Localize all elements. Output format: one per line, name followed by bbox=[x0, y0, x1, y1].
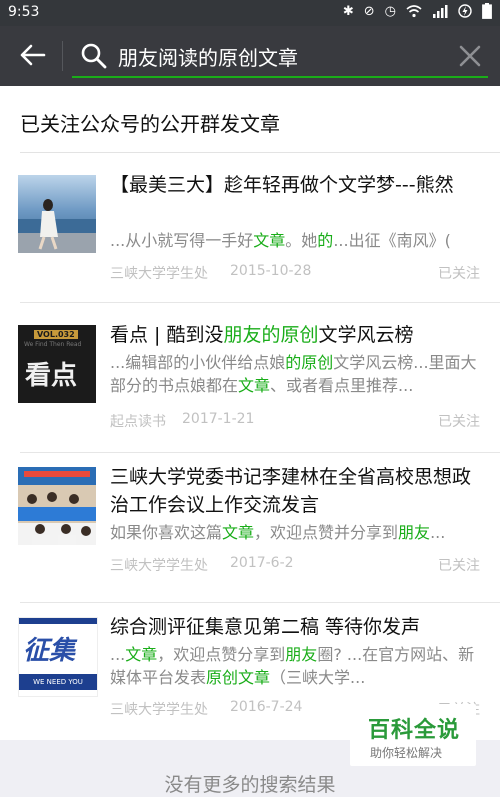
battery-icon bbox=[482, 3, 492, 19]
status-icons: ✱ ⊘ ◷ bbox=[343, 3, 492, 19]
results-panel: 已关注公众号的公开群发文章 【最美三大】趁年轻再做个文学梦---熊然 ...从小… bbox=[0, 86, 500, 740]
article-item[interactable]: VOL.032 We Find Then Read 看点 看点 | 酷到没朋友的… bbox=[0, 303, 500, 453]
article-thumbnail bbox=[18, 175, 96, 253]
article-date: 2015-10-28 bbox=[230, 263, 312, 279]
search-icon bbox=[81, 43, 107, 69]
section-title: 已关注公众号的公开群发文章 bbox=[20, 112, 280, 136]
article-date: 2017-1-21 bbox=[182, 411, 255, 427]
watermark-logo: 百科全说 助你轻松解决 bbox=[350, 704, 476, 766]
status-time: 9:53 bbox=[8, 4, 40, 20]
article-source: 三峡大学学生处 bbox=[110, 558, 208, 574]
article-date: 2016-7-24 bbox=[230, 699, 303, 715]
article-source: 起点读书 bbox=[110, 414, 166, 430]
article-thumbnail: 征集 WE NEED YOU bbox=[18, 617, 98, 697]
bluetooth-icon: ✱ bbox=[342, 3, 354, 19]
back-arrow-icon[interactable] bbox=[18, 40, 48, 70]
search-input[interactable] bbox=[116, 38, 440, 74]
article-title: 【最美三大】趁年轻再做个文学梦---熊然 bbox=[110, 174, 454, 196]
article-snippet: ...编辑部的小伙伴给点娘的原创文学风云榜...里面大部分的书点娘都在文章、或者… bbox=[110, 353, 477, 395]
article-item[interactable]: 三峡大学党委书记李建林在全省高校思想政治工作会议上作交流发言 如果你喜欢这篇文章… bbox=[0, 453, 500, 603]
article-title: 看点 | 酷到没朋友的原创文学风云榜 bbox=[110, 324, 414, 346]
article-source: 三峡大学学生处 bbox=[110, 702, 208, 718]
article-snippet: ...从小就写得一手好文章。她的...出征《南风》( bbox=[110, 231, 451, 250]
article-snippet: 如果你喜欢这篇文章，欢迎点赞并分享到朋友... bbox=[110, 523, 446, 542]
article-date: 2017-6-2 bbox=[230, 555, 294, 571]
article-thumbnail: VOL.032 We Find Then Read 看点 bbox=[18, 325, 96, 403]
signal-icon bbox=[433, 5, 448, 18]
article-thumbnail bbox=[18, 467, 96, 545]
article-title: 三峡大学党委书记李建林在全省高校思想政治工作会议上作交流发言 bbox=[110, 466, 472, 516]
article-source: 三峡大学学生处 bbox=[110, 266, 208, 282]
header-divider bbox=[62, 41, 63, 71]
status-bar: 9:53 ✱ ⊘ ◷ bbox=[0, 0, 500, 26]
no-more-results: 没有更多的搜索结果 bbox=[164, 774, 336, 796]
article-item[interactable]: 【最美三大】趁年轻再做个文学梦---熊然 ...从小就写得一手好文章。她的...… bbox=[0, 153, 500, 303]
charging-icon bbox=[458, 4, 472, 18]
article-snippet: ...文章，欢迎点赞分享到朋友圈? ...在官方网站、新媒体平台发表原创文章（三… bbox=[110, 645, 475, 687]
alarm-icon: ◷ bbox=[384, 3, 396, 19]
follow-status: 已关注 bbox=[438, 266, 480, 282]
article-title: 综合测评征集意见第二稿 等待你发声 bbox=[110, 616, 421, 638]
follow-status: 已关注 bbox=[438, 414, 480, 430]
search-header bbox=[0, 26, 500, 86]
search-box[interactable] bbox=[72, 36, 488, 78]
mute-icon: ⊘ bbox=[363, 3, 375, 19]
clear-icon[interactable] bbox=[458, 44, 482, 68]
follow-status: 已关注 bbox=[438, 558, 480, 574]
wifi-icon bbox=[406, 5, 422, 18]
